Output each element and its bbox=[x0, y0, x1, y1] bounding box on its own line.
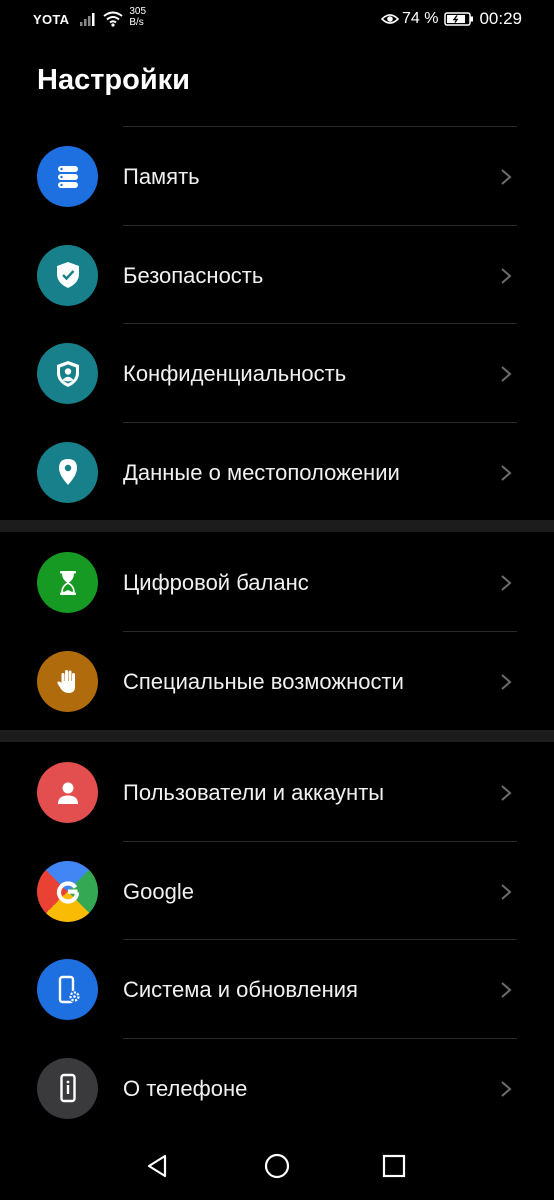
home-circle-icon[interactable] bbox=[263, 1152, 291, 1180]
settings-item-label: Цифровой баланс bbox=[123, 570, 309, 595]
settings-item-security[interactable]: Безопасность bbox=[0, 226, 554, 324]
section-separator bbox=[0, 520, 554, 532]
phone-info-icon bbox=[37, 1057, 98, 1119]
network-speed-value: 305 bbox=[129, 6, 147, 17]
navigation-bar bbox=[0, 1130, 554, 1200]
settings-item-privacy[interactable]: Конфиденциальность bbox=[0, 324, 554, 423]
settings-item-label: Конфиденциальность bbox=[123, 361, 347, 386]
user-icon bbox=[37, 762, 98, 823]
chevron-right-icon bbox=[501, 982, 512, 998]
settings-item-digital-balance[interactable]: Цифровой баланс bbox=[0, 533, 554, 632]
settings-group-2: Цифровой баланс Специальные возможности bbox=[0, 533, 554, 730]
wifi-icon bbox=[103, 11, 123, 27]
settings-item-label: Google bbox=[123, 878, 194, 904]
carrier-name: YOTA bbox=[33, 11, 70, 27]
page-title: Настройки bbox=[37, 64, 191, 96]
settings-item-about-phone[interactable]: О телефоне bbox=[0, 1039, 554, 1138]
status-bar: YOTA 305 B/s 74 % 00:29 bbox=[0, 0, 554, 40]
clock: 00:29 bbox=[479, 9, 522, 28]
settings-item-label: Безопасность bbox=[123, 262, 264, 288]
google-icon bbox=[37, 860, 98, 922]
settings-item-label: Память bbox=[123, 164, 200, 189]
network-speed: 305 B/s bbox=[129, 6, 146, 28]
settings-item-label: Пользователи и аккаунты bbox=[123, 780, 385, 805]
chevron-right-icon bbox=[501, 785, 512, 801]
eye-comfort-icon bbox=[380, 14, 399, 24]
settings-group-3: Пользователи и аккаунты Google Система и… bbox=[0, 743, 554, 1137]
chevron-right-icon bbox=[501, 366, 512, 382]
chevron-right-icon bbox=[501, 169, 512, 185]
recents-square-icon[interactable] bbox=[380, 1152, 408, 1180]
chevron-right-icon bbox=[501, 464, 512, 481]
settings-item-label: О телефоне bbox=[123, 1075, 248, 1101]
back-triangle-icon[interactable] bbox=[144, 1152, 172, 1180]
signal-strength-icon bbox=[80, 13, 95, 26]
settings-item-label: Система и обновления bbox=[123, 977, 358, 1002]
section-separator bbox=[0, 730, 554, 742]
settings-item-system-updates[interactable]: Система и обновления bbox=[0, 940, 554, 1039]
chevron-right-icon bbox=[501, 1080, 512, 1097]
system-update-icon bbox=[37, 959, 98, 1020]
settings-item-label: Специальные возможности bbox=[123, 668, 404, 694]
settings-item-google[interactable]: Google bbox=[0, 842, 554, 940]
settings-group-1: Память Безопасность Конфиденциальность Д… bbox=[0, 127, 554, 521]
chevron-right-icon bbox=[501, 267, 512, 284]
location-pin-icon bbox=[37, 441, 98, 503]
chevron-right-icon bbox=[501, 883, 512, 900]
storage-icon bbox=[37, 146, 98, 207]
settings-item-accessibility[interactable]: Специальные возможности bbox=[0, 632, 554, 731]
hourglass-icon bbox=[37, 552, 98, 613]
settings-item-location[interactable]: Данные о местоположении bbox=[0, 423, 554, 522]
chevron-right-icon bbox=[501, 575, 512, 591]
settings-item-users-accounts[interactable]: Пользователи и аккаунты bbox=[0, 743, 554, 842]
battery-charging-icon bbox=[444, 12, 474, 26]
hand-icon bbox=[37, 650, 98, 712]
privacy-icon bbox=[37, 343, 98, 404]
settings-item-storage[interactable]: Память bbox=[0, 127, 554, 226]
shield-check-icon bbox=[37, 244, 98, 306]
network-speed-unit: B/s bbox=[129, 17, 144, 28]
battery-percent: 74 % bbox=[401, 10, 439, 27]
chevron-right-icon bbox=[501, 673, 512, 690]
settings-item-label: Данные о местоположении bbox=[123, 459, 400, 485]
